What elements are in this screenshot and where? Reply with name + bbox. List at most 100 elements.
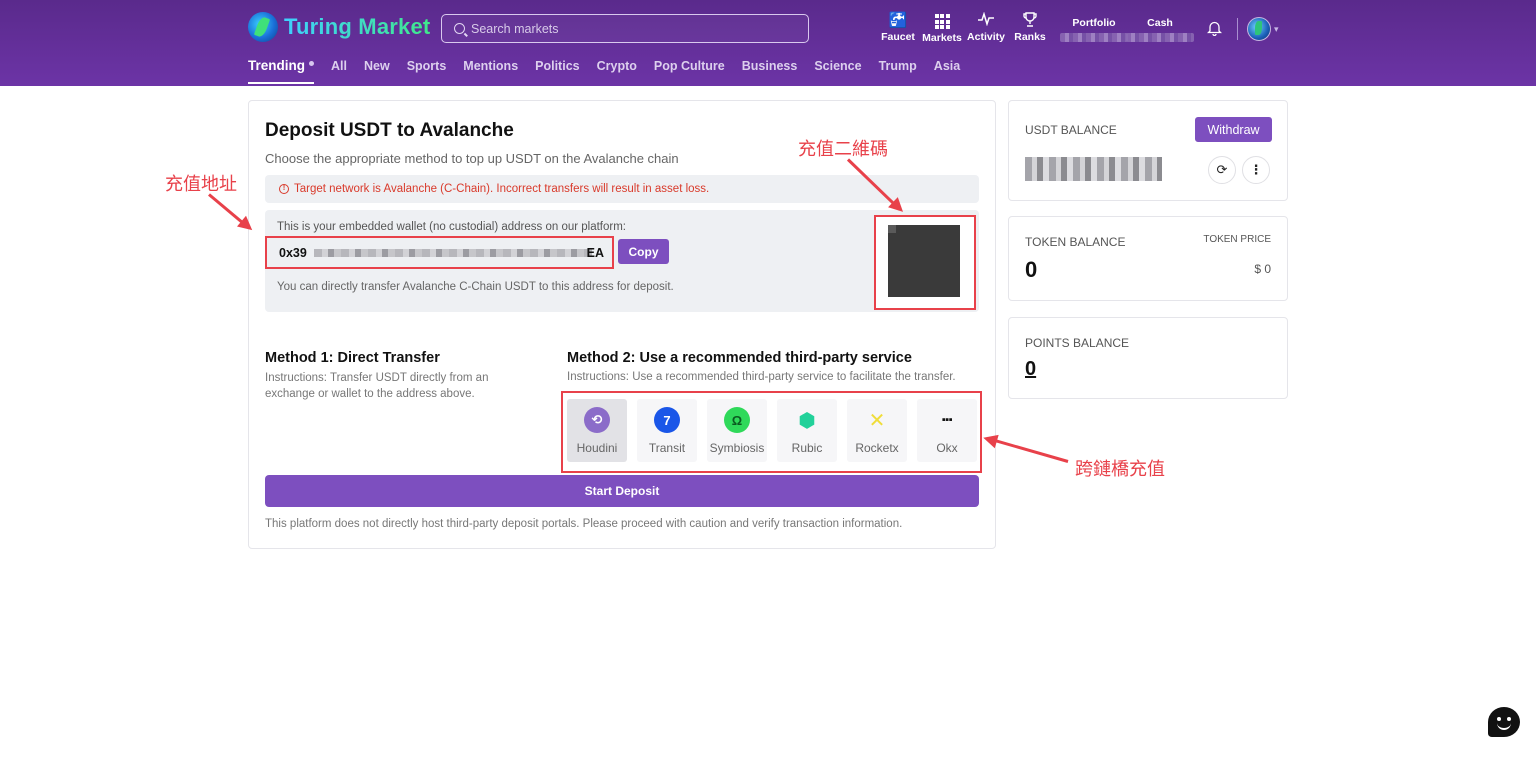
search-icon <box>454 23 465 34</box>
trophy-icon <box>1023 12 1037 29</box>
header-nav: 🚰 Faucet Markets Activity Ranks <box>876 11 1052 44</box>
rubic-icon: ⬢ <box>798 409 816 432</box>
tab-new[interactable]: New <box>364 59 390 84</box>
deposit-card: Deposit USDT to Avalanche Choose the app… <box>248 100 996 549</box>
service-rocketx[interactable]: ✕ Rocketx <box>847 399 907 462</box>
nav-ranks-label: Ranks <box>1014 31 1046 43</box>
service-list: ⟲ Houdini 7 Transit Ω Symbiosis ⬢ Rubic … <box>561 391 982 473</box>
points-balance-card: POINTS BALANCE 0 <box>1008 317 1288 399</box>
token-price-value: $ 0 <box>1254 262 1271 276</box>
search-input[interactable] <box>471 21 791 36</box>
grid-icon <box>934 14 950 29</box>
chat-support-icon[interactable] <box>1488 707 1520 737</box>
houdini-icon: ⟲ <box>584 407 610 433</box>
service-label: Houdini <box>576 441 618 455</box>
portfolio-stat[interactable]: Portfolio <box>1060 17 1128 42</box>
logo-icon <box>248 12 278 42</box>
portfolio-label: Portfolio <box>1072 17 1116 29</box>
nav-activity[interactable]: Activity <box>964 11 1008 44</box>
service-label: Transit <box>648 441 686 455</box>
tab-trump[interactable]: Trump <box>879 59 917 84</box>
warning-icon: ! <box>279 184 289 194</box>
qr-code <box>888 225 960 297</box>
token-balance-card: TOKEN BALANCE TOKEN PRICE 0 $ 0 <box>1008 216 1288 301</box>
address-end: EA <box>586 246 604 260</box>
service-houdini[interactable]: ⟲ Houdini <box>567 399 627 462</box>
start-deposit-button[interactable]: Start Deposit <box>265 475 979 507</box>
tab-business[interactable]: Business <box>742 59 798 84</box>
search-box[interactable] <box>441 14 809 43</box>
activity-icon <box>978 11 994 29</box>
symbiosis-icon: Ω <box>724 407 750 433</box>
refresh-icon[interactable]: ⟳ <box>1208 156 1236 184</box>
cash-label: Cash <box>1147 17 1173 29</box>
logo-text: Turing Market <box>284 14 431 39</box>
tab-pop-culture[interactable]: Pop Culture <box>654 59 725 84</box>
service-okx[interactable]: ▪▪▪ Okx <box>917 399 977 462</box>
wallet-address-panel: This is your embedded wallet (no custodi… <box>265 210 979 312</box>
method2-title: Method 2: Use a recommended third-party … <box>567 350 912 366</box>
qr-code-frame <box>874 215 976 310</box>
tab-asia[interactable]: Asia <box>934 59 960 84</box>
annotation-qr: 充值二維碼 <box>798 139 888 160</box>
annotation-arrow-bridge <box>986 436 1069 463</box>
service-transit[interactable]: 7 Transit <box>637 399 697 462</box>
alert-text: Target network is Avalanche (C-Chain). I… <box>294 183 710 195</box>
logo[interactable]: Turing Market <box>248 12 430 42</box>
usdt-balance-card: USDT BALANCE Withdraw ⟳ ⋮ <box>1008 100 1288 201</box>
tab-crypto[interactable]: Crypto <box>597 59 637 84</box>
usdt-balance-redacted <box>1025 157 1162 181</box>
method2-desc: Instructions: Use a recommended third-pa… <box>567 371 956 383</box>
avatar[interactable] <box>1247 17 1271 41</box>
transit-icon: 7 <box>654 407 680 433</box>
token-balance-value: 0 <box>1025 257 1038 282</box>
service-symbiosis[interactable]: Ω Symbiosis <box>707 399 767 462</box>
annotation-arrow-address <box>208 193 250 230</box>
copy-button[interactable]: Copy <box>618 239 669 264</box>
withdraw-button[interactable]: Withdraw <box>1195 117 1272 142</box>
more-icon[interactable]: ⋮ <box>1242 156 1270 184</box>
bell-icon[interactable] <box>1206 20 1223 37</box>
page-subtitle: Choose the appropriate method to top up … <box>265 151 679 166</box>
chevron-down-icon[interactable]: ▾ <box>1274 24 1279 35</box>
rocketx-icon: ✕ <box>868 409 886 432</box>
header-divider <box>1237 18 1238 40</box>
cash-stat[interactable]: Cash <box>1126 17 1194 42</box>
wallet-address[interactable]: 0x39 EA <box>265 236 614 269</box>
annotation-address: 充值地址 <box>165 174 237 195</box>
okx-icon: ▪▪▪ <box>941 414 953 426</box>
nav-faucet-label: Faucet <box>881 31 915 43</box>
faucet-icon: 🚰 <box>888 12 908 29</box>
tab-mentions[interactable]: Mentions <box>463 59 518 84</box>
points-balance-value[interactable]: 0 <box>1025 358 1036 381</box>
service-label: Rocketx <box>855 441 899 455</box>
wallet-label: This is your embedded wallet (no custodi… <box>277 221 627 233</box>
nav-markets[interactable]: Markets <box>920 12 964 44</box>
nav-ranks[interactable]: Ranks <box>1008 12 1052 44</box>
tab-trending[interactable]: Trending <box>248 58 314 84</box>
address-start: 0x39 <box>279 245 307 260</box>
nav-faucet[interactable]: 🚰 Faucet <box>876 12 920 44</box>
tab-science[interactable]: Science <box>814 59 861 84</box>
points-balance-label: POINTS BALANCE <box>1025 336 1130 350</box>
nav-markets-label: Markets <box>922 32 962 44</box>
method1-desc: Instructions: Transfer USDT directly fro… <box>265 372 489 400</box>
nav-activity-label: Activity <box>967 31 1005 43</box>
page-title: Deposit USDT to Avalanche <box>265 120 514 141</box>
top-header: Turing Market 🚰 Faucet Markets Activity … <box>0 0 1536 86</box>
live-dot-icon <box>309 61 314 66</box>
disclaimer: This platform does not directly host thi… <box>265 518 903 530</box>
token-price-label: TOKEN PRICE <box>1203 234 1271 245</box>
tab-all[interactable]: All <box>331 59 347 84</box>
usdt-balance-label: USDT BALANCE <box>1025 123 1117 137</box>
token-balance-label: TOKEN BALANCE <box>1025 235 1126 249</box>
network-alert: ! Target network is Avalanche (C-Chain).… <box>265 175 979 203</box>
tab-politics[interactable]: Politics <box>535 59 579 84</box>
cash-value-redacted <box>1126 33 1194 42</box>
tab-sports[interactable]: Sports <box>407 59 447 84</box>
service-label: Symbiosis <box>709 441 765 455</box>
wallet-note: You can directly transfer Avalanche C-Ch… <box>277 281 674 293</box>
method1-title: Method 1: Direct Transfer <box>265 350 440 366</box>
service-label: Okx <box>936 441 958 455</box>
service-rubic[interactable]: ⬢ Rubic <box>777 399 837 462</box>
